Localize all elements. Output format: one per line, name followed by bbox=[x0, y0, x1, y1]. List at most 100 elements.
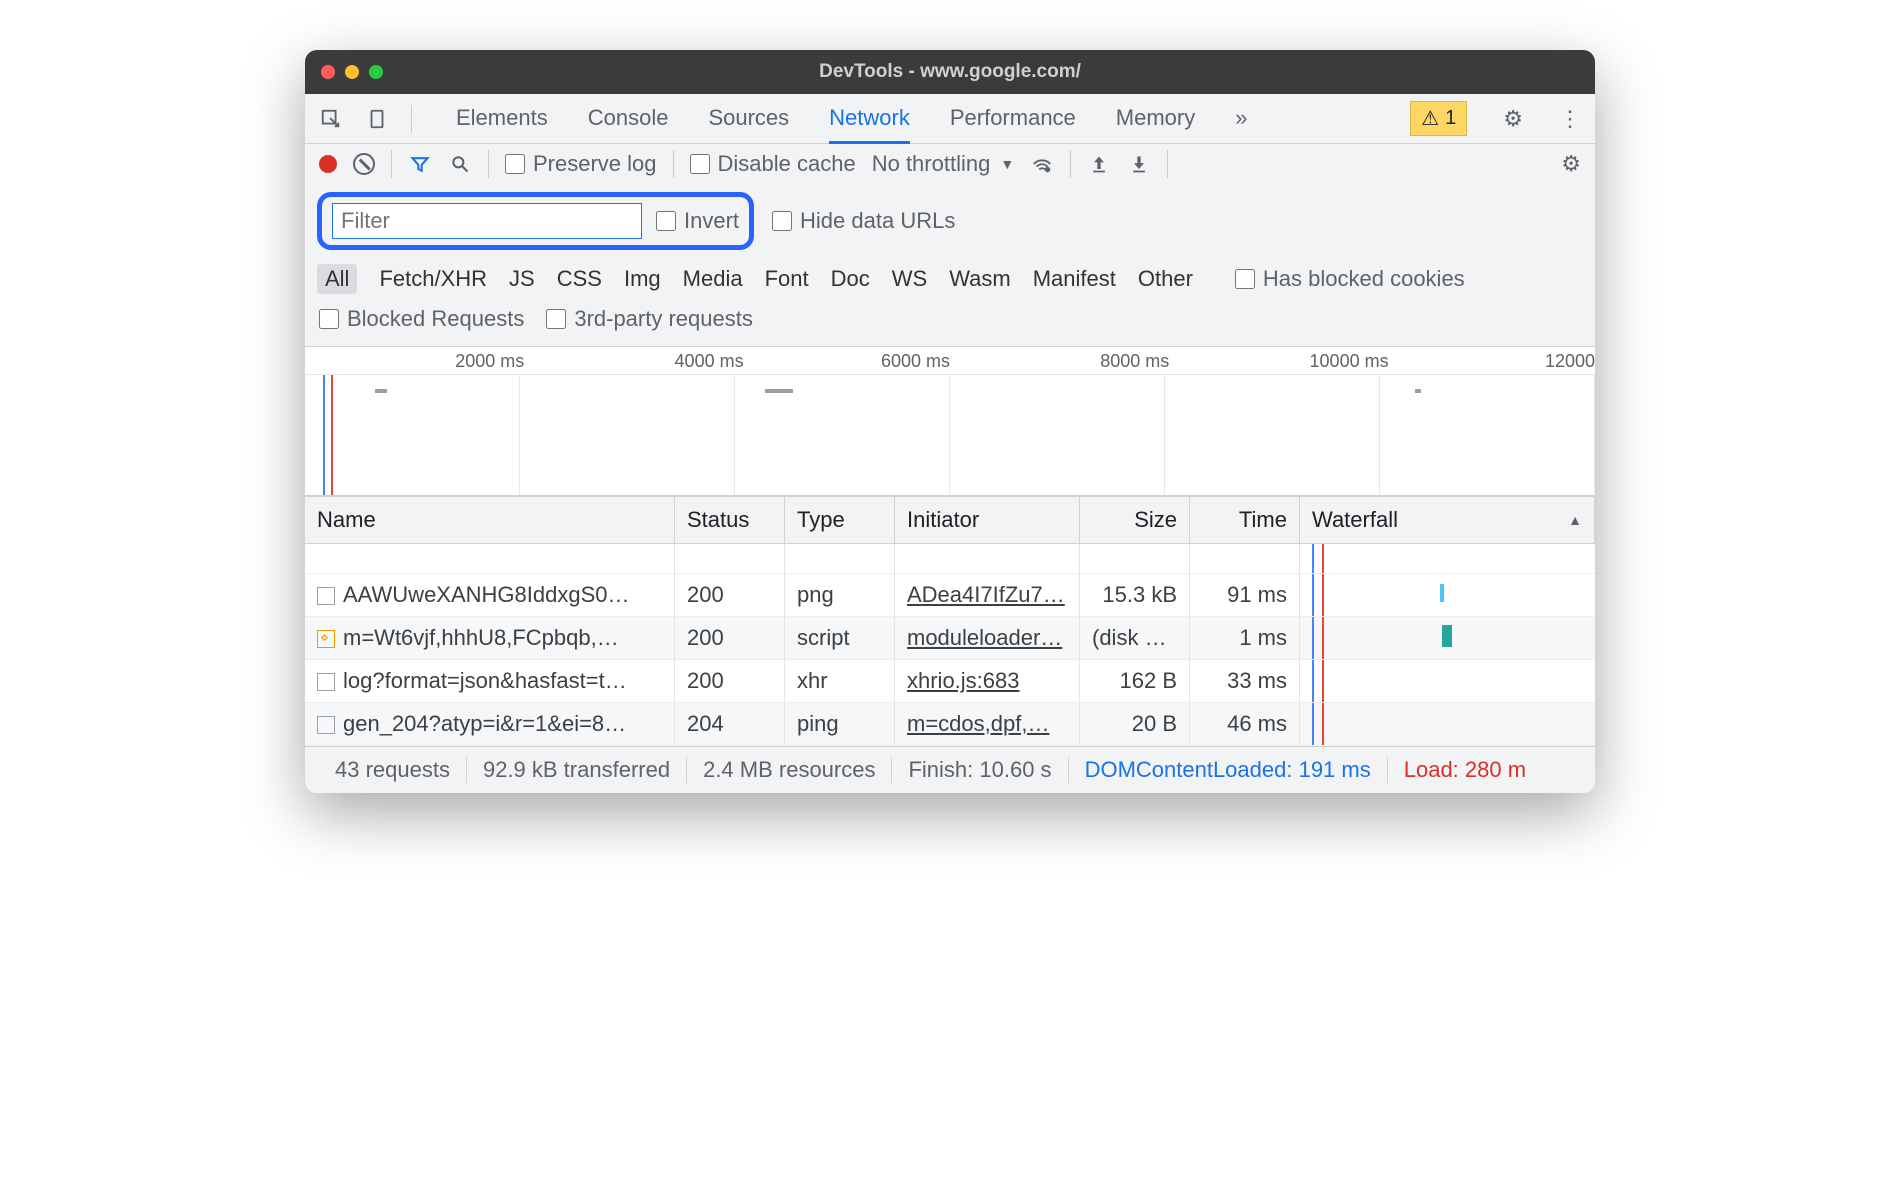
tab-list: Elements Console Sources Network Perform… bbox=[456, 95, 1248, 143]
tab-console[interactable]: Console bbox=[588, 95, 669, 143]
invert-checkbox[interactable]: Invert bbox=[656, 208, 739, 234]
type-filter-row-2: Blocked Requests 3rd-party requests bbox=[305, 300, 1595, 347]
kebab-icon[interactable]: ⋮ bbox=[1559, 106, 1581, 132]
tab-memory[interactable]: Memory bbox=[1116, 95, 1195, 143]
table-row[interactable]: m=Wt6vjf,hhhU8,FCpbqb,… 200 script modul… bbox=[305, 617, 1595, 660]
col-waterfall-label: Waterfall bbox=[1312, 507, 1398, 533]
throttling-label: No throttling bbox=[872, 151, 991, 177]
invert-label: Invert bbox=[684, 208, 739, 234]
status-load: Load: 280 m bbox=[1388, 757, 1542, 783]
type-ws[interactable]: WS bbox=[892, 266, 927, 292]
type-all[interactable]: All bbox=[317, 264, 357, 294]
third-party-checkbox[interactable]: 3rd-party requests bbox=[546, 306, 753, 332]
tab-sources[interactable]: Sources bbox=[708, 95, 789, 143]
type-css[interactable]: CSS bbox=[557, 266, 602, 292]
col-name[interactable]: Name bbox=[305, 497, 675, 543]
type-font[interactable]: Font bbox=[765, 266, 809, 292]
type-wasm[interactable]: Wasm bbox=[949, 266, 1011, 292]
type-media[interactable]: Media bbox=[683, 266, 743, 292]
status-dcl: DOMContentLoaded: 191 ms bbox=[1069, 757, 1388, 783]
cell-waterfall bbox=[1300, 703, 1595, 745]
download-icon[interactable] bbox=[1127, 152, 1151, 176]
col-waterfall[interactable]: Waterfall ▲ bbox=[1300, 497, 1595, 543]
bar bbox=[765, 389, 793, 393]
filter-highlight-box: Invert bbox=[317, 192, 754, 250]
cell-type: xhr bbox=[785, 660, 895, 702]
throttling-select[interactable]: No throttling ▼ bbox=[872, 151, 1014, 177]
bar bbox=[1415, 389, 1421, 393]
col-size[interactable]: Size bbox=[1080, 497, 1190, 543]
cell-initiator: xhrio.js:683 bbox=[895, 660, 1080, 702]
warnings-badge[interactable]: ⚠ 1 bbox=[1410, 101, 1467, 136]
type-fetch-xhr[interactable]: Fetch/XHR bbox=[379, 266, 487, 292]
network-toolbar: Preserve log Disable cache No throttling… bbox=[305, 144, 1595, 184]
third-party-label: 3rd-party requests bbox=[574, 306, 753, 332]
cell-name: log?format=json&hasfast=t… bbox=[305, 660, 675, 702]
cell-time: 1 ms bbox=[1190, 617, 1300, 659]
main-tabs: Elements Console Sources Network Perform… bbox=[305, 94, 1595, 144]
inspect-icon[interactable] bbox=[319, 107, 343, 131]
tick: 12000 bbox=[1545, 351, 1595, 372]
file-icon bbox=[317, 716, 335, 734]
hide-data-urls-checkbox[interactable]: Hide data URLs bbox=[772, 208, 955, 234]
tab-overflow[interactable]: » bbox=[1235, 95, 1247, 143]
upload-icon[interactable] bbox=[1087, 152, 1111, 176]
filter-icon[interactable] bbox=[408, 152, 432, 176]
col-time[interactable]: Time bbox=[1190, 497, 1300, 543]
timeline-body bbox=[305, 375, 1595, 495]
table-row[interactable]: AAWUweXANHG8IddxgS0… 200 png ADea4I7IfZu… bbox=[305, 574, 1595, 617]
bar bbox=[375, 389, 387, 393]
cell-size: 20 B bbox=[1080, 703, 1190, 745]
titlebar[interactable]: DevTools - www.google.com/ bbox=[305, 50, 1595, 94]
table-row[interactable]: log?format=json&hasfast=t… 200 xhr xhrio… bbox=[305, 660, 1595, 703]
has-blocked-cookies-checkbox[interactable]: Has blocked cookies bbox=[1235, 266, 1465, 292]
sort-icon: ▲ bbox=[1568, 512, 1582, 528]
preserve-log-checkbox[interactable]: Preserve log bbox=[505, 151, 657, 177]
cell-initiator: m=cdos,dpf,… bbox=[895, 703, 1080, 745]
device-icon[interactable] bbox=[365, 107, 389, 131]
table-row-spacer bbox=[305, 544, 1595, 574]
table-header: Name Status Type Initiator Size Time Wat… bbox=[305, 496, 1595, 544]
search-icon[interactable] bbox=[448, 152, 472, 176]
clear-icon[interactable] bbox=[353, 153, 375, 175]
record-icon[interactable] bbox=[319, 155, 337, 173]
col-type[interactable]: Type bbox=[785, 497, 895, 543]
cell-initiator: moduleloader… bbox=[895, 617, 1080, 659]
cell-size: 162 B bbox=[1080, 660, 1190, 702]
col-status[interactable]: Status bbox=[675, 497, 785, 543]
tick: 4000 ms bbox=[675, 351, 744, 372]
panel-settings-icon[interactable]: ⚙ bbox=[1561, 151, 1581, 177]
type-img[interactable]: Img bbox=[624, 266, 661, 292]
timeline-ticks: 2000 ms 4000 ms 6000 ms 8000 ms 10000 ms… bbox=[305, 347, 1595, 375]
hide-data-urls-label: Hide data URLs bbox=[800, 208, 955, 234]
cell-status: 200 bbox=[675, 574, 785, 616]
disable-cache-checkbox[interactable]: Disable cache bbox=[690, 151, 856, 177]
type-doc[interactable]: Doc bbox=[831, 266, 870, 292]
table-row[interactable]: gen_204?atyp=i&r=1&ei=8… 204 ping m=cdos… bbox=[305, 703, 1595, 746]
settings-icon[interactable]: ⚙ bbox=[1503, 106, 1523, 132]
cell-waterfall bbox=[1300, 574, 1595, 616]
type-manifest[interactable]: Manifest bbox=[1033, 266, 1116, 292]
cell-name: AAWUweXANHG8IddxgS0… bbox=[305, 574, 675, 616]
file-icon bbox=[317, 673, 335, 691]
type-other[interactable]: Other bbox=[1138, 266, 1193, 292]
tick: 10000 ms bbox=[1310, 351, 1389, 372]
filter-input[interactable] bbox=[332, 203, 642, 239]
tab-elements[interactable]: Elements bbox=[456, 95, 548, 143]
blocked-requests-label: Blocked Requests bbox=[347, 306, 524, 332]
blocked-requests-checkbox[interactable]: Blocked Requests bbox=[319, 306, 524, 332]
timeline-overview[interactable]: 2000 ms 4000 ms 6000 ms 8000 ms 10000 ms… bbox=[305, 347, 1595, 496]
cell-time: 46 ms bbox=[1190, 703, 1300, 745]
col-initiator[interactable]: Initiator bbox=[895, 497, 1080, 543]
tab-network[interactable]: Network bbox=[829, 95, 910, 144]
preserve-log-label: Preserve log bbox=[533, 151, 657, 177]
table-body: AAWUweXANHG8IddxgS0… 200 png ADea4I7IfZu… bbox=[305, 544, 1595, 746]
separator bbox=[673, 150, 674, 178]
separator bbox=[391, 150, 392, 178]
type-js[interactable]: JS bbox=[509, 266, 535, 292]
warning-icon: ⚠ bbox=[1421, 106, 1439, 131]
network-conditions-icon[interactable] bbox=[1030, 152, 1054, 176]
blocked-cookies-label: Has blocked cookies bbox=[1263, 266, 1465, 292]
cell-time: 91 ms bbox=[1190, 574, 1300, 616]
tab-performance[interactable]: Performance bbox=[950, 95, 1076, 143]
